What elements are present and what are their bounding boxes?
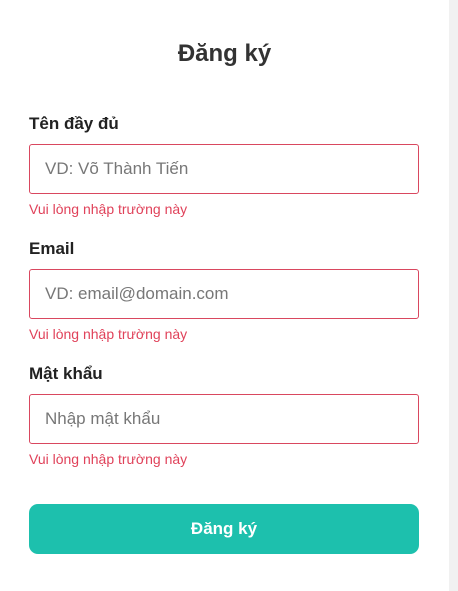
email-label: Email — [29, 239, 75, 258]
email-group: Email Vui lòng nhập trường này — [29, 239, 419, 342]
register-form: Đăng ký Tên đầy đủ Vui lòng nhập trường … — [0, 0, 449, 591]
fullname-label: Tên đầy đủ — [29, 114, 119, 133]
password-group: Mật khẩu Vui lòng nhập trường này — [29, 364, 419, 467]
password-input[interactable] — [29, 394, 419, 444]
form-title: Đăng ký — [177, 40, 272, 67]
fullname-input[interactable] — [29, 144, 419, 194]
email-input[interactable] — [29, 269, 419, 319]
register-button[interactable]: Đăng ký — [29, 504, 419, 554]
scrollbar-track[interactable] — [449, 0, 458, 591]
fullname-error-message: Vui lòng nhập trường này — [29, 201, 188, 217]
password-error-message: Vui lòng nhập trường này — [29, 451, 188, 467]
password-label: Mật khẩu — [29, 364, 103, 383]
fullname-group: Tên đầy đủ Vui lòng nhập trường này — [29, 114, 419, 217]
email-error-message: Vui lòng nhập trường này — [29, 326, 188, 342]
